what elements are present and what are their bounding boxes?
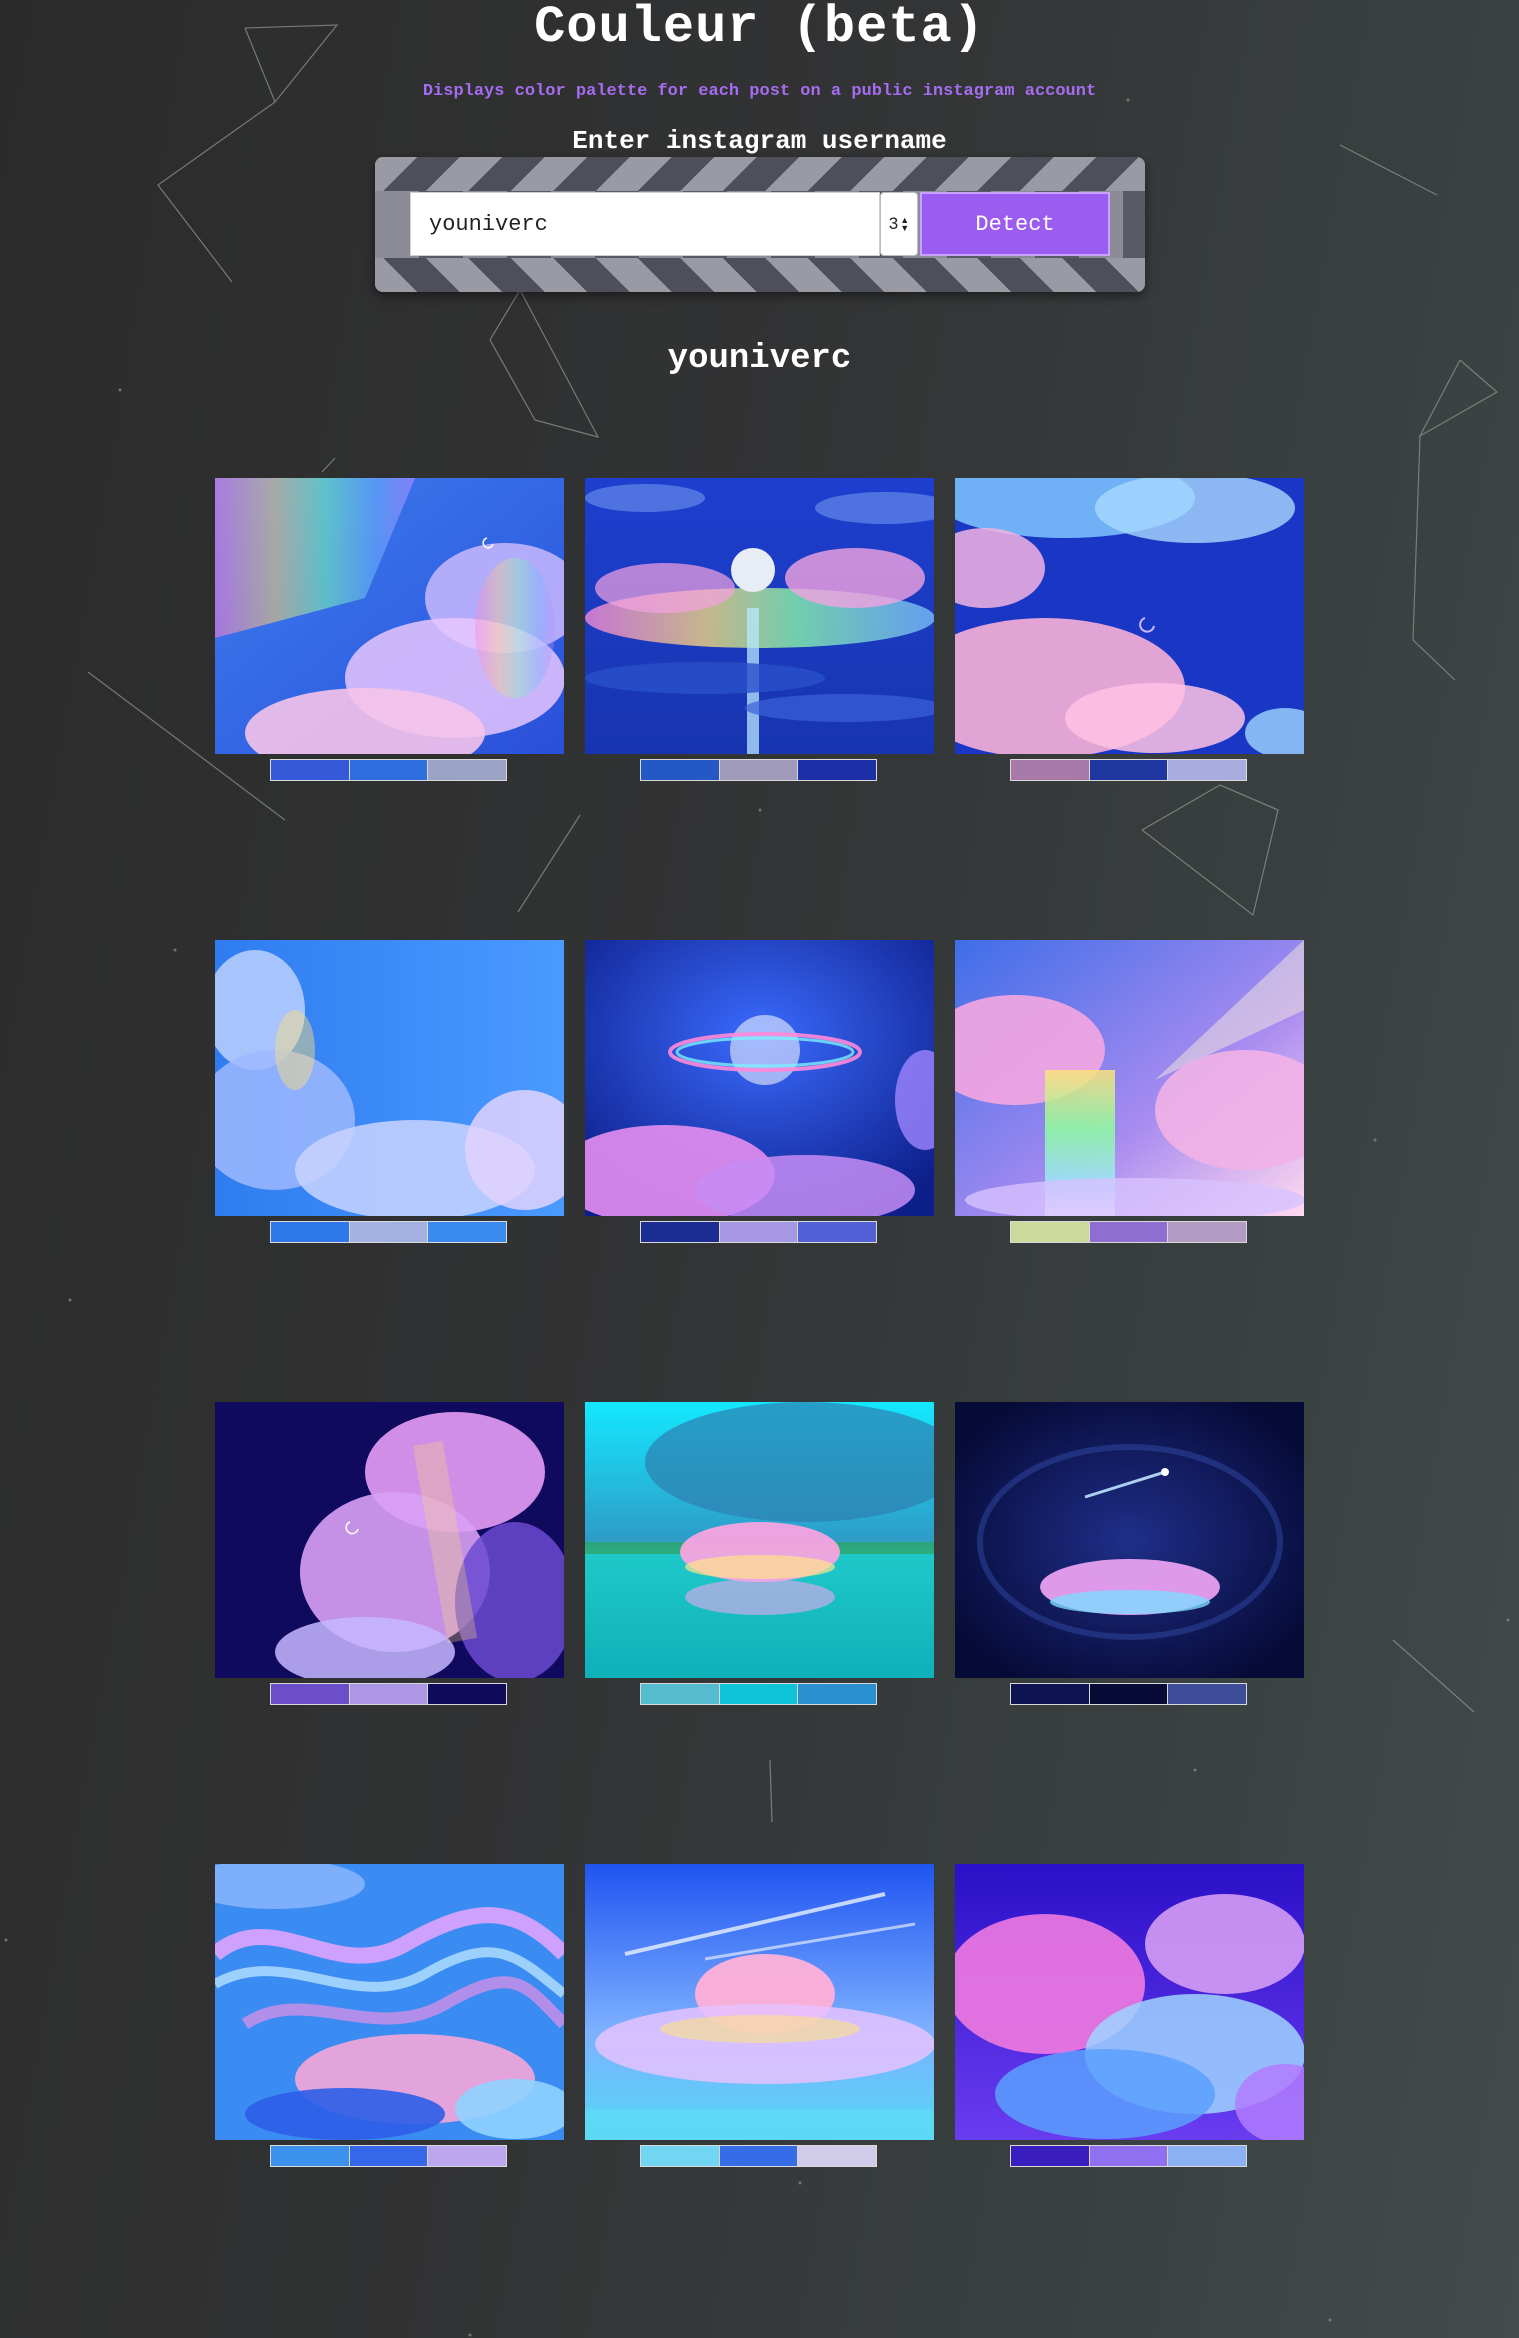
post-card [955,940,1304,1275]
search-form: 3 ▲▼ Detect [375,157,1145,292]
color-palette [1010,1221,1247,1243]
palette-swatch [271,2146,350,2166]
post-image[interactable] [955,1864,1304,2140]
post-image[interactable] [585,1864,934,2140]
color-palette [640,1221,877,1243]
post-card [955,1864,1304,2199]
posts-grid [215,478,1305,2199]
palette-swatch [719,1684,799,1704]
palette-swatch [641,2146,720,2166]
palette-swatch [1011,2146,1090,2166]
username-input[interactable] [410,192,880,256]
post-image[interactable] [215,1864,564,2140]
color-palette [270,759,507,781]
stepper-arrows-icon[interactable]: ▲ ▼ [900,216,909,233]
palette-swatch [719,760,799,780]
post-card [585,1402,934,1737]
palette-swatch [271,760,350,780]
profile-username: youniverc [667,340,852,378]
detect-button[interactable]: Detect [920,192,1110,256]
palette-swatch [798,1222,877,1242]
color-palette [270,1683,507,1705]
username-prompt-label: Enter instagram username [572,126,947,156]
palette-swatch [428,1222,507,1242]
palette-swatch [349,2146,429,2166]
post-card [585,478,934,813]
post-card [955,1402,1304,1737]
palette-swatch [1011,760,1090,780]
form-decoration-bottom [375,258,1145,292]
color-palette [270,2145,507,2167]
post-image[interactable] [215,940,564,1216]
palette-swatch [271,1684,350,1704]
palette-swatch [798,2146,877,2166]
color-palette [640,759,877,781]
post-card [955,478,1304,813]
post-image[interactable] [215,478,564,754]
post-image[interactable] [955,940,1304,1216]
palette-swatch [641,760,720,780]
palette-swatch [1011,1222,1090,1242]
post-card [215,940,564,1275]
palette-swatch [349,1684,429,1704]
post-card [215,1864,564,2199]
palette-swatch [1089,2146,1169,2166]
post-image[interactable] [955,1402,1304,1678]
color-palette [270,1221,507,1243]
palette-swatch [798,760,877,780]
post-image[interactable] [585,1402,934,1678]
palette-swatch [271,1222,350,1242]
post-image[interactable] [585,478,934,754]
palette-swatch [1168,760,1247,780]
palette-swatch [641,1222,720,1242]
post-image[interactable] [955,478,1304,754]
page-subtitle: Displays color palette for each post on … [422,82,1097,101]
color-palette [1010,759,1247,781]
palette-swatch [1089,1684,1169,1704]
page-title: Couleur (beta) [534,0,985,57]
palette-swatch [1168,2146,1247,2166]
color-palette [640,1683,877,1705]
post-card [215,478,564,813]
palette-swatch [798,1684,877,1704]
palette-swatch [428,1684,507,1704]
color-palette [1010,1683,1247,1705]
palette-swatch [1168,1684,1247,1704]
palette-swatch [1089,760,1169,780]
color-count-value: 3 [888,214,899,233]
post-card [215,1402,564,1737]
palette-swatch [428,760,507,780]
palette-swatch [428,2146,507,2166]
palette-swatch [349,760,429,780]
color-palette [640,2145,877,2167]
post-card [585,1864,934,2199]
palette-swatch [1168,1222,1247,1242]
color-count-stepper[interactable]: 3 ▲ ▼ [880,192,918,256]
palette-swatch [349,1222,429,1242]
form-decoration-top [375,157,1145,191]
palette-swatch [719,2146,799,2166]
palette-swatch [1011,1684,1090,1704]
palette-swatch [641,1684,720,1704]
post-image[interactable] [585,940,934,1216]
color-palette [1010,2145,1247,2167]
post-card [585,940,934,1275]
palette-swatch [1089,1222,1169,1242]
post-image[interactable] [215,1402,564,1678]
palette-swatch [719,1222,799,1242]
